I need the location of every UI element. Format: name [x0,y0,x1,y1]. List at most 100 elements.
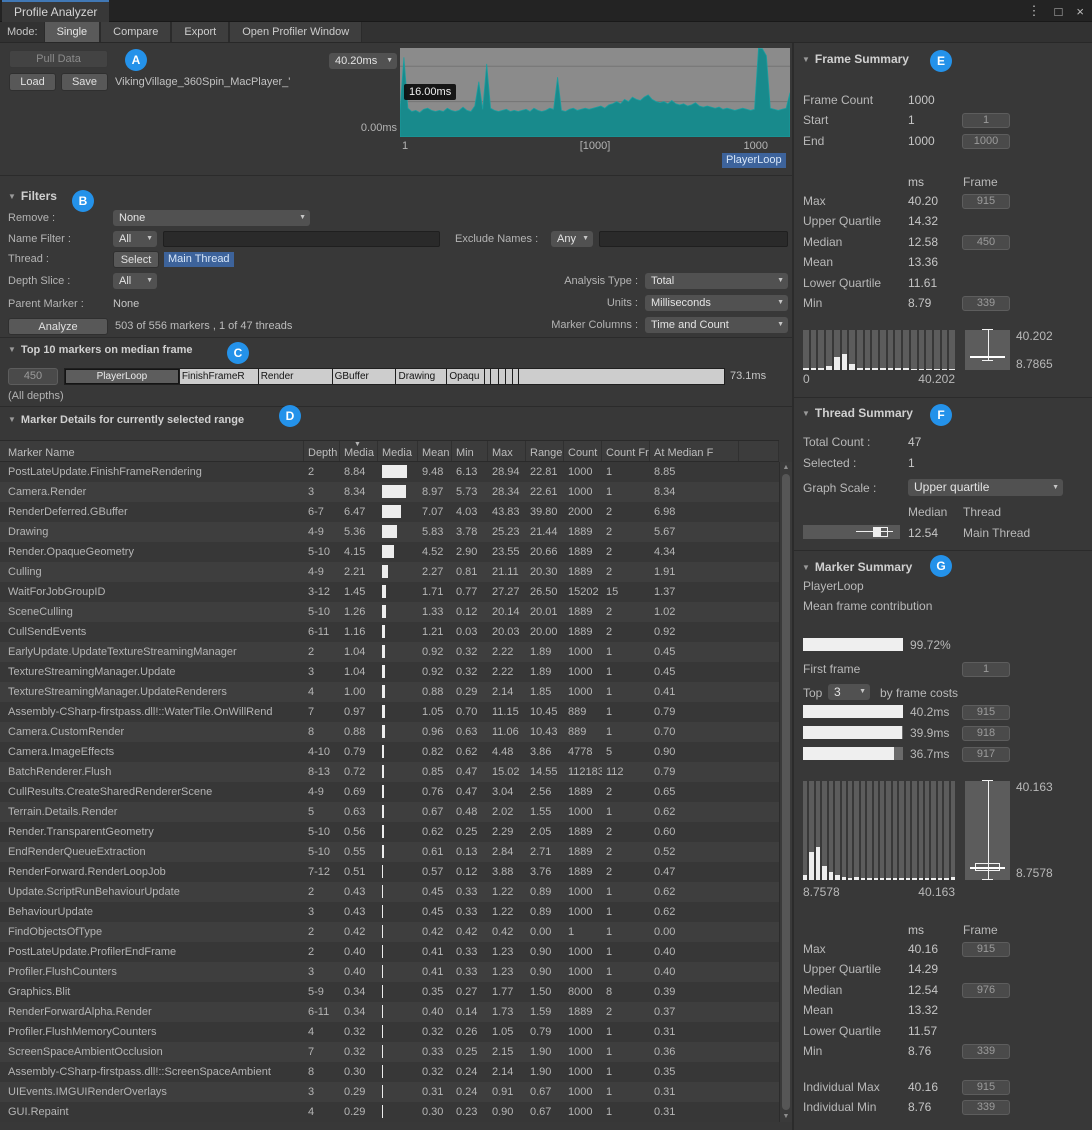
frame-jump-button[interactable]: 450 [962,235,1010,250]
first-frame-button[interactable]: 1 [962,662,1010,677]
analyze-button[interactable]: Analyze [8,318,108,335]
open-profiler-window-button[interactable]: Open Profiler Window [229,22,362,42]
top10-segment[interactable] [519,369,724,384]
table-row[interactable]: EarlyUpdate.UpdateTextureStreamingManage… [0,642,779,662]
top10-segment[interactable] [506,369,513,384]
table-row[interactable]: GUI.Repaint40.290.300.230.900.67100010.3… [0,1102,779,1122]
table-row[interactable]: BehaviourUpdate30.430.450.331.220.891000… [0,902,779,922]
frame-jump-button[interactable]: 915 [962,705,1010,720]
median-frame-chip[interactable]: 450 [8,368,58,385]
panel-splitter[interactable] [792,43,794,1130]
thread-row[interactable]: 12.54Main Thread [794,524,1092,544]
table-row[interactable]: Render.OpaqueGeometry5-104.154.522.9023.… [0,542,779,562]
frame-jump-button[interactable]: 339 [962,1100,1010,1115]
frame-jump-button[interactable]: 339 [962,1044,1010,1059]
column-header-marker-name[interactable]: Marker Name [0,441,304,461]
marker-columns-dropdown[interactable]: Time and Count ▼ [645,317,788,333]
frame-jump-button[interactable]: 915 [962,942,1010,957]
maximize-icon[interactable]: □ [1055,4,1063,19]
marker-details-header[interactable]: ▼Marker Details for currently selected r… [8,414,244,426]
chart-scale-dropdown[interactable]: 40.20ms ▼ [329,53,397,69]
top-n-dropdown[interactable]: 3 ▼ [828,684,870,700]
column-header-mean[interactable]: Mean [418,441,452,461]
name-filter-input[interactable] [163,231,440,247]
column-header-count-frame[interactable]: Count Fra [602,441,650,461]
top10-segment-finishframer[interactable]: FinishFrameR [180,369,259,384]
column-header-depth[interactable]: Depth [304,441,340,461]
table-row[interactable]: WaitForJobGroupID3-121.451.710.7727.2726… [0,582,779,602]
top10-segment[interactable] [499,369,506,384]
frame-jump-button[interactable]: 915 [962,1080,1010,1095]
table-row[interactable]: CullResults.CreateSharedRendererScene4-9… [0,782,779,802]
top10-segment-drawing[interactable]: Drawing [396,369,447,384]
depth-slice-dropdown[interactable]: All ▼ [113,273,157,289]
table-row[interactable]: SceneCulling5-101.261.330.1220.1420.0118… [0,602,779,622]
save-button[interactable]: Save [61,73,108,91]
frame-jump-button[interactable]: 915 [962,194,1010,209]
table-row[interactable]: Update.ScriptRunBehaviourUpdate20.430.45… [0,882,779,902]
load-button[interactable]: Load [9,73,56,91]
table-row[interactable]: Camera.Render38.348.975.7328.3422.611000… [0,482,779,502]
top10-segment-playerloop[interactable]: PlayerLoop [65,369,180,384]
table-row[interactable]: Camera.ImageEffects4-100.790.820.624.483… [0,742,779,762]
column-header-range[interactable]: Range [526,441,564,461]
frame-jump-button[interactable]: 976 [962,983,1010,998]
mode-compare-button[interactable]: Compare [100,22,171,42]
table-row[interactable]: TextureStreamingManager.Update31.040.920… [0,662,779,682]
table-row[interactable]: RenderForward.RenderLoopJob7-120.510.570… [0,862,779,882]
thread-select-button[interactable]: Select [113,251,159,268]
table-row[interactable]: TextureStreamingManager.UpdateRenderers4… [0,682,779,702]
table-row[interactable]: Render.TransparentGeometry5-100.560.620.… [0,822,779,842]
table-scrollbar[interactable]: ▲ ▼ [779,462,792,1122]
table-row[interactable]: BatchRenderer.Flush8-130.720.850.4715.02… [0,762,779,782]
marker-summary-header[interactable]: ▼Marker Summary [802,560,912,574]
close-icon[interactable]: × [1076,4,1084,19]
table-row[interactable]: Drawing4-95.365.833.7825.2321.44188925.6… [0,522,779,542]
column-header-median[interactable]: ▼Media [340,441,378,461]
column-header-median-bar[interactable]: Media [378,441,418,461]
frame-time-chart[interactable]: 16.00ms [400,48,790,137]
end-frame-button[interactable]: 1000 [962,134,1010,149]
graph-scale-dropdown[interactable]: Upper quartile ▼ [908,479,1063,496]
thread-value-chip[interactable]: Main Thread [164,252,234,267]
table-row[interactable]: RenderDeferred.GBuffer6-76.477.074.0343.… [0,502,779,522]
table-row[interactable]: Graphics.Blit5-90.340.350.271.771.508000… [0,982,779,1002]
table-row[interactable]: EndRenderQueueExtraction5-100.550.610.13… [0,842,779,862]
table-row[interactable]: Profiler.FlushCounters30.400.410.331.230… [0,962,779,982]
scroll-up-icon[interactable]: ▲ [780,464,792,471]
frame-jump-button[interactable]: 918 [962,726,1010,741]
scrollbar-thumb[interactable] [782,474,790,1110]
table-row[interactable]: PostLateUpdate.FinishFrameRendering28.84… [0,462,779,482]
table-row[interactable]: CullSendEvents6-111.161.210.0320.0320.00… [0,622,779,642]
exclude-names-input[interactable] [599,231,788,247]
top10-segment[interactable] [491,369,499,384]
table-row[interactable]: ScreenSpaceAmbientOcclusion70.320.330.25… [0,1042,779,1062]
frame-summary-header[interactable]: ▼Frame Summary [802,52,909,66]
table-row[interactable]: PostLateUpdate.ProfilerEndFrame20.400.41… [0,942,779,962]
frame-jump-button[interactable]: 339 [962,296,1010,311]
filters-header[interactable]: ▼Filters [8,189,57,203]
table-row[interactable]: RenderForwardAlpha.Render6-110.340.400.1… [0,1002,779,1022]
selected-marker-chip[interactable]: PlayerLoop [722,153,786,168]
top10-segment-gbuffer[interactable]: GBuffer [333,369,397,384]
export-button[interactable]: Export [171,22,229,42]
column-header-min[interactable]: Min [452,441,488,461]
table-row[interactable]: Profiler.FlushMemoryCounters40.320.320.2… [0,1022,779,1042]
units-dropdown[interactable]: Milliseconds ▼ [645,295,788,311]
thread-summary-header[interactable]: ▼Thread Summary [802,406,913,420]
table-row[interactable]: UIEvents.IMGUIRenderOverlays30.290.310.2… [0,1082,779,1102]
table-row[interactable]: Assembly-CSharp-firstpass.dll!::WaterTil… [0,702,779,722]
top10-segment-opaqu[interactable]: Opaqu [447,369,485,384]
top10-header[interactable]: ▼Top 10 markers on median frame [8,344,193,356]
mode-single-button[interactable]: Single [44,22,101,42]
pull-data-button[interactable]: Pull Data [9,50,108,68]
column-header-max[interactable]: Max [488,441,526,461]
remove-dropdown[interactable]: None ▼ [113,210,310,226]
frame-jump-button[interactable]: 917 [962,747,1010,762]
exclude-mode-dropdown[interactable]: Any ▼ [551,231,593,247]
start-frame-button[interactable]: 1 [962,113,1010,128]
table-row[interactable]: Terrain.Details.Render50.630.670.482.021… [0,802,779,822]
scroll-down-icon[interactable]: ▼ [780,1113,792,1120]
analysis-type-dropdown[interactable]: Total ▼ [645,273,788,289]
table-row[interactable]: Assembly-CSharp-firstpass.dll!::ScreenSp… [0,1062,779,1082]
